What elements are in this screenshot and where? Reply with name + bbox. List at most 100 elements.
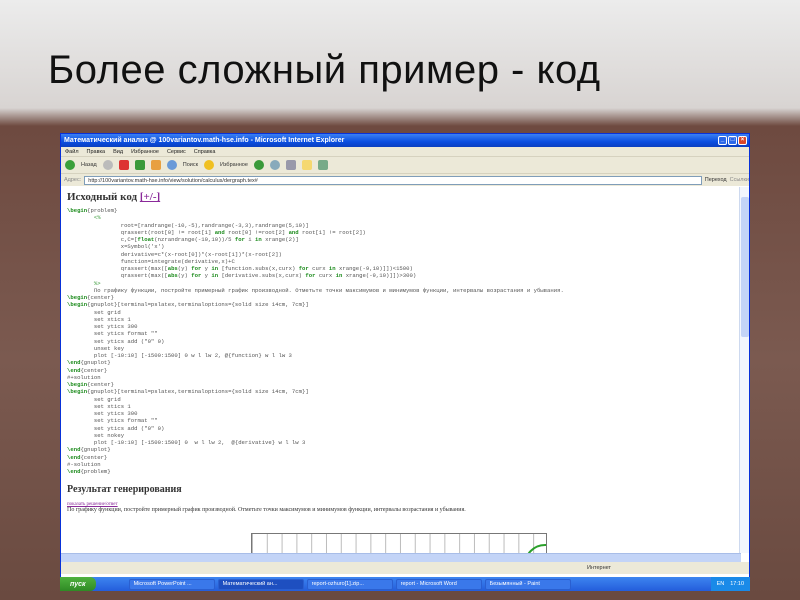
- code-line: \begin{gnuplot}[terminal=pslatex,termina…: [67, 301, 733, 308]
- mail-icon[interactable]: [269, 160, 280, 170]
- window-title: Математический анализ @ 100variantov.mat…: [64, 137, 345, 144]
- window-titlebar: Математический анализ @ 100variantov.mat…: [61, 134, 749, 147]
- code-line: \end{problem}: [67, 468, 733, 475]
- code-text: {center}: [80, 366, 108, 374]
- minimize-button[interactable]: _: [718, 136, 727, 145]
- code-text: qrassert(root[0] != root[1]: [67, 228, 215, 236]
- code-text: plot [-10:10] [-1500:1500] 0 w l lw 2, @…: [67, 352, 292, 359]
- code-keyword: for: [191, 265, 202, 272]
- close-button[interactable]: ×: [738, 136, 747, 145]
- code-keyword: in: [255, 236, 262, 243]
- toggle-source-link[interactable]: [+/-]: [140, 191, 160, 203]
- code-keyword: \end: [67, 468, 81, 475]
- task-zip[interactable]: report-ozhuro[1].zip...: [306, 578, 393, 590]
- code-line: set ytics add ("0" 0): [67, 425, 733, 432]
- code-text: x=Symbol('x'): [67, 243, 165, 251]
- menu-bar: Файл Правка Вид Избранное Сервис Справка: [61, 147, 749, 157]
- menu-help[interactable]: Справка: [194, 149, 216, 155]
- menu-tools[interactable]: Сервис: [167, 149, 186, 155]
- code-line: #-solution: [67, 461, 733, 468]
- taskbar: пуск Microsoft PowerPoint ... Математиче…: [60, 577, 750, 591]
- code-text: root=[randrange(-10,-5),randrange(-3,3),…: [67, 221, 309, 229]
- code-line: set xtics 1: [67, 316, 733, 323]
- code-line: function=integrate(derivative,x)+C: [67, 258, 733, 265]
- vertical-scrollbar[interactable]: [739, 187, 749, 553]
- code-text: set grid: [67, 395, 121, 403]
- links-button[interactable]: Ссылки: [730, 177, 749, 183]
- home-icon[interactable]: [150, 160, 161, 170]
- forward-icon[interactable]: [102, 160, 113, 170]
- task-powerpoint[interactable]: Microsoft PowerPoint ...: [128, 578, 215, 590]
- code-text: #-solution: [67, 460, 101, 468]
- code-text: {gnuplot}[terminal=pslatex,terminaloptio…: [87, 301, 309, 309]
- code-text: set ytics format "": [67, 330, 158, 338]
- code-text: xrange(-9,10)]])>300): [342, 272, 417, 280]
- system-tray: EN 17:10: [710, 577, 750, 591]
- refresh-icon[interactable]: [134, 160, 145, 170]
- internet-zone: Интернет: [587, 565, 611, 571]
- go-button[interactable]: Переход: [705, 177, 727, 183]
- code-line: \begin{gnuplot}[terminal=pslatex,termina…: [67, 388, 733, 395]
- code-text: {problem}: [87, 207, 118, 214]
- menu-file[interactable]: Файл: [65, 149, 79, 155]
- code-line: root=[randrange(-10,-5),randrange(-3,3),…: [67, 222, 733, 229]
- function-plot: [251, 533, 547, 553]
- language-indicator[interactable]: EN: [717, 581, 725, 587]
- stop-icon[interactable]: [118, 160, 129, 170]
- toolbar: Назад Поиск Избранное: [61, 157, 749, 174]
- print-icon[interactable]: [285, 160, 296, 170]
- code-text: set ytics add ("0" 0): [67, 337, 165, 345]
- code-text: {gnuplot}: [80, 359, 111, 367]
- page-content: Исходный код [+/-] \begin{problem} <% ro…: [61, 187, 739, 553]
- code-line: qrassert(max([abs(y) for y in [derivativ…: [67, 272, 733, 279]
- messenger-icon[interactable]: [317, 160, 328, 170]
- code-text: unset key: [67, 344, 125, 352]
- status-bar: Интернет: [61, 562, 749, 574]
- code-keyword: \end: [67, 359, 81, 367]
- source-code: \begin{problem} <% root=[randrange(-10,-…: [67, 207, 733, 475]
- horizontal-scrollbar[interactable]: [61, 553, 741, 562]
- code-line: plot [-10:10] [-1500:1500] 0 w l lw 2, @…: [67, 439, 733, 446]
- code-line: %>: [67, 280, 733, 287]
- code-line: set ytics 300: [67, 323, 733, 330]
- favorites-button[interactable]: Избранное: [220, 162, 248, 168]
- code-keyword: and: [214, 228, 225, 236]
- code-text: i: [244, 236, 256, 243]
- folder-icon[interactable]: [301, 160, 312, 170]
- menu-favorites[interactable]: Избранное: [131, 149, 159, 155]
- code-text: {center}: [87, 381, 115, 388]
- task-ie[interactable]: Математический ан...: [217, 578, 304, 590]
- code-keyword: \begin: [67, 381, 88, 388]
- code-keyword: and: [288, 228, 299, 236]
- code-line: set xtics 1: [67, 403, 733, 410]
- maximize-button[interactable]: □: [728, 136, 737, 145]
- start-button[interactable]: пуск: [60, 577, 96, 591]
- code-text: set ytics 300: [67, 410, 138, 417]
- history-icon[interactable]: [253, 160, 264, 170]
- menu-edit[interactable]: Правка: [87, 149, 106, 155]
- task-paint[interactable]: Безымянный - Paint: [484, 578, 571, 590]
- slide-title: Более сложный пример - код: [48, 48, 601, 92]
- code-keyword: abs: [167, 272, 178, 280]
- code-text: root[0] !=root[2]: [224, 228, 289, 236]
- menu-view[interactable]: Вид: [113, 149, 123, 155]
- code-keyword: for: [305, 272, 316, 280]
- code-text: curx: [315, 272, 336, 280]
- ie-window: Математический анализ @ 100variantov.mat…: [60, 133, 750, 590]
- code-text: set nokey: [67, 431, 125, 439]
- back-button[interactable]: Назад: [81, 162, 97, 168]
- back-icon[interactable]: [65, 160, 75, 170]
- code-line: \end{center}: [67, 454, 733, 461]
- code-keyword: float: [137, 236, 155, 243]
- task-word[interactable]: report - Microsoft Word: [395, 578, 482, 590]
- code-keyword: for: [191, 272, 202, 280]
- code-keyword: in: [328, 265, 336, 272]
- search-button[interactable]: Поиск: [183, 162, 198, 168]
- scroll-thumb[interactable]: [741, 197, 749, 337]
- code-text: По графику функции, постройте примерный …: [67, 286, 564, 294]
- favorites-icon[interactable]: [204, 160, 215, 170]
- code-text: {center}: [80, 453, 108, 461]
- search-icon[interactable]: [166, 160, 177, 170]
- address-input[interactable]: http://100variantov.math-hse.info/view/s…: [84, 175, 702, 185]
